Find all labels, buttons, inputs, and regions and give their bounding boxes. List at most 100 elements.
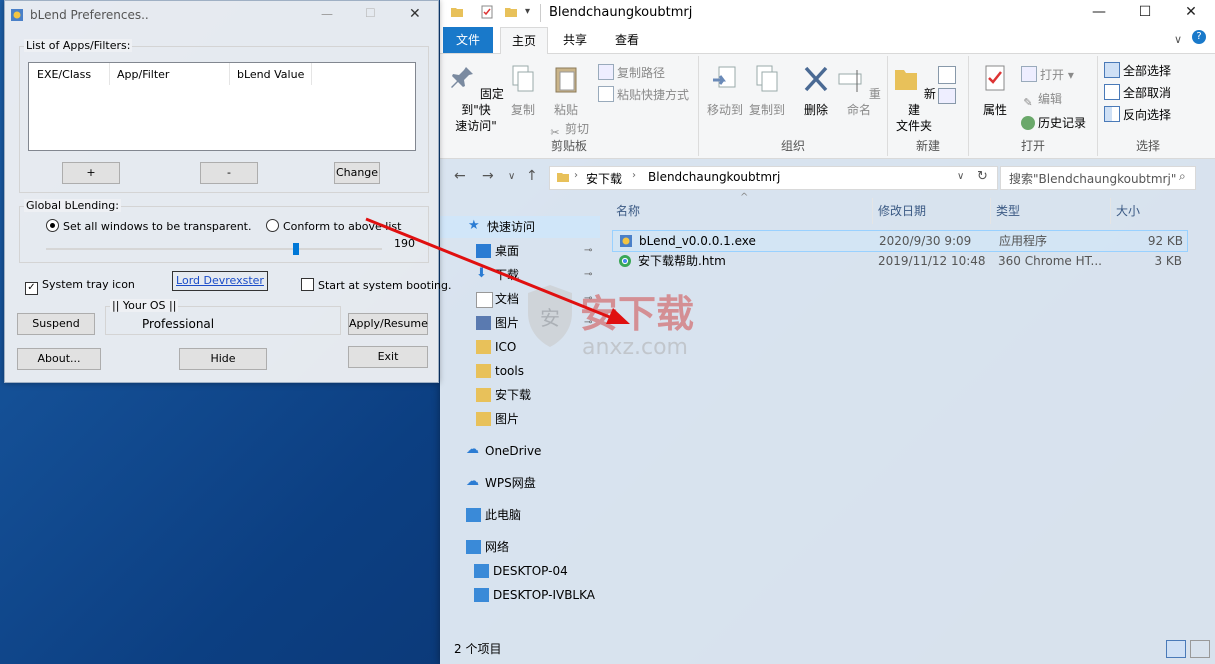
radio-all-windows[interactable]: Set all windows to be transparent.: [46, 219, 252, 233]
up-icon[interactable]: ↑: [526, 168, 538, 184]
rename-button[interactable]: 重命名: [837, 64, 881, 118]
slider-track: [46, 248, 382, 250]
startup-checkbox[interactable]: Start at system booting.: [301, 278, 451, 292]
paste-icon: [555, 67, 577, 93]
sidebar-item[interactable]: 安下载: [440, 384, 600, 406]
cloud-icon: ☁: [466, 474, 479, 489]
close-button[interactable]: ✕: [409, 6, 421, 22]
large-icons-view-icon[interactable]: [1190, 640, 1210, 658]
minimize-button[interactable]: —: [1076, 0, 1122, 27]
delete-icon: [804, 66, 828, 92]
move-to-button[interactable]: 移动到: [705, 64, 745, 118]
radio-unselected-icon: [266, 219, 279, 232]
paste-button[interactable]: 粘贴: [548, 64, 584, 118]
refresh-icon[interactable]: ↻: [977, 169, 988, 184]
tab-home[interactable]: 主页: [500, 27, 548, 54]
ribbon-tabs: 文件 主页 共享 查看 ∨ ?: [440, 27, 1215, 54]
tray-checkbox[interactable]: ✓ System tray icon: [25, 278, 135, 295]
tab-share[interactable]: 共享: [552, 27, 598, 53]
properties-icon[interactable]: [480, 5, 494, 19]
radio-conform[interactable]: Conform to above list: [266, 219, 401, 233]
column-header-date[interactable]: 修改日期: [878, 202, 926, 219]
table-row[interactable]: bLend_v0.0.0.1.exe 2020/9/30 9:09 应用程序 9…: [612, 230, 1188, 252]
sidebar-item[interactable]: ☁ OneDrive: [440, 440, 600, 462]
back-icon[interactable]: ←: [454, 168, 466, 184]
sidebar-item-label: 桌面: [495, 244, 520, 258]
suspend-button[interactable]: Suspend: [17, 313, 95, 335]
apply-resume-button[interactable]: Apply/Resume: [348, 313, 428, 335]
pin-quick-access-button[interactable]: 固定到"快 速访问": [446, 64, 506, 134]
breadcrumb-chevron-icon: ›: [574, 170, 578, 181]
transparency-slider[interactable]: [46, 243, 382, 255]
column-header-type[interactable]: 类型: [996, 202, 1020, 219]
history-button[interactable]: 历史记录: [1021, 114, 1086, 131]
column-header-blend[interactable]: bLend Value: [237, 68, 304, 81]
copy-button[interactable]: 复制: [506, 64, 540, 118]
help-icon[interactable]: ?: [1192, 30, 1206, 44]
apps-list[interactable]: EXE/Class App/Filter bLend Value: [28, 62, 416, 151]
sidebar-item[interactable]: 图片: [440, 408, 600, 430]
group-clipboard: 固定到"快 速访问" 复制 粘贴 复制路径 粘贴快捷方式 ✂ 剪切 剪贴板: [440, 56, 699, 156]
sidebar-item[interactable]: 网络: [440, 536, 600, 558]
sidebar-item[interactable]: 此电脑: [440, 504, 600, 526]
easy-access-icon[interactable]: [938, 88, 956, 104]
author-link[interactable]: Lord Devrexster: [172, 271, 268, 291]
tab-file[interactable]: 文件: [443, 27, 493, 53]
sidebar-item[interactable]: DESKTOP-IVBLKA: [440, 584, 600, 606]
tab-view[interactable]: 查看: [604, 27, 650, 53]
hide-button[interactable]: Hide: [179, 348, 267, 370]
breadcrumb-item[interactable]: 安下载: [586, 170, 622, 187]
address-bar[interactable]: › 安下载 › Blendchaungkoubtmrj ∨ ↻: [549, 166, 998, 190]
new-item-icon[interactable]: [938, 66, 956, 84]
sidebar-item[interactable]: ★ 快速访问: [440, 216, 600, 238]
desktop-icon: [476, 244, 491, 258]
ribbon-collapse-icon[interactable]: ∨: [1174, 33, 1182, 46]
paste-shortcut-button[interactable]: 粘贴快捷方式: [598, 86, 689, 103]
select-none-button[interactable]: 全部取消: [1104, 84, 1171, 101]
remove-button[interactable]: -: [200, 162, 258, 184]
breadcrumb-item[interactable]: Blendchaungkoubtmrj: [648, 170, 780, 184]
copy-to-button[interactable]: 复制到: [747, 64, 787, 118]
search-icon[interactable]: ⌕: [1179, 169, 1186, 184]
column-header-size[interactable]: 大小: [1116, 202, 1140, 219]
file-size: 3 KB: [1154, 254, 1182, 268]
breadcrumb-chevron-icon: ›: [632, 170, 636, 181]
picture-icon: [476, 316, 491, 330]
invert-selection-button[interactable]: 反向选择: [1104, 106, 1171, 123]
open-button[interactable]: 打开 ▾: [1021, 66, 1074, 83]
recent-dropdown-icon[interactable]: ∨: [508, 171, 515, 182]
slider-thumb[interactable]: [293, 243, 299, 255]
close-button[interactable]: ✕: [1168, 0, 1214, 27]
column-header-app[interactable]: App/Filter: [117, 68, 169, 81]
column-header-name[interactable]: 名称: [616, 202, 640, 219]
properties-button[interactable]: 属性: [975, 64, 1015, 118]
about-button[interactable]: About...: [17, 348, 101, 370]
sidebar-item[interactable]: DESKTOP-04: [440, 560, 600, 582]
column-divider: [311, 63, 312, 85]
table-row[interactable]: 安下载帮助.htm 2019/11/12 10:48 360 Chrome HT…: [612, 251, 1186, 271]
cloud-icon: ☁: [466, 442, 479, 457]
forward-icon[interactable]: →: [482, 168, 494, 184]
new-folder-button[interactable]: 新建 文件夹: [892, 64, 936, 134]
search-input[interactable]: 搜索"Blendchaungkoubtmrj" ⌕: [1000, 166, 1196, 190]
add-button[interactable]: +: [62, 162, 120, 184]
qat-dropdown-icon[interactable]: ▾: [525, 6, 530, 17]
status-bar-text: 2 个项目: [454, 642, 502, 656]
sidebar-item-label: DESKTOP-IVBLKA: [493, 588, 595, 602]
maximize-button[interactable]: ☐: [1122, 0, 1168, 27]
change-button[interactable]: Change: [334, 162, 380, 184]
address-dropdown-icon[interactable]: ∨: [957, 171, 964, 182]
select-all-button[interactable]: 全部选择: [1104, 62, 1171, 79]
copy-path-button[interactable]: 复制路径: [598, 64, 665, 81]
column-header-exe[interactable]: EXE/Class: [37, 68, 91, 81]
maximize-button[interactable]: ☐: [365, 6, 376, 20]
exit-button[interactable]: Exit: [348, 346, 428, 368]
minimize-button[interactable]: —: [321, 7, 333, 21]
edit-button[interactable]: ✎ 编辑: [1021, 90, 1062, 110]
sidebar-item[interactable]: ☁ WPS网盘: [440, 472, 600, 494]
details-view-icon[interactable]: [1166, 640, 1186, 658]
delete-button[interactable]: 删除: [799, 64, 833, 118]
sidebar-item[interactable]: 桌面 ⊸: [440, 240, 600, 262]
new-folder-icon[interactable]: [504, 5, 518, 19]
group-clipboard-label: 剪贴板: [550, 139, 587, 153]
